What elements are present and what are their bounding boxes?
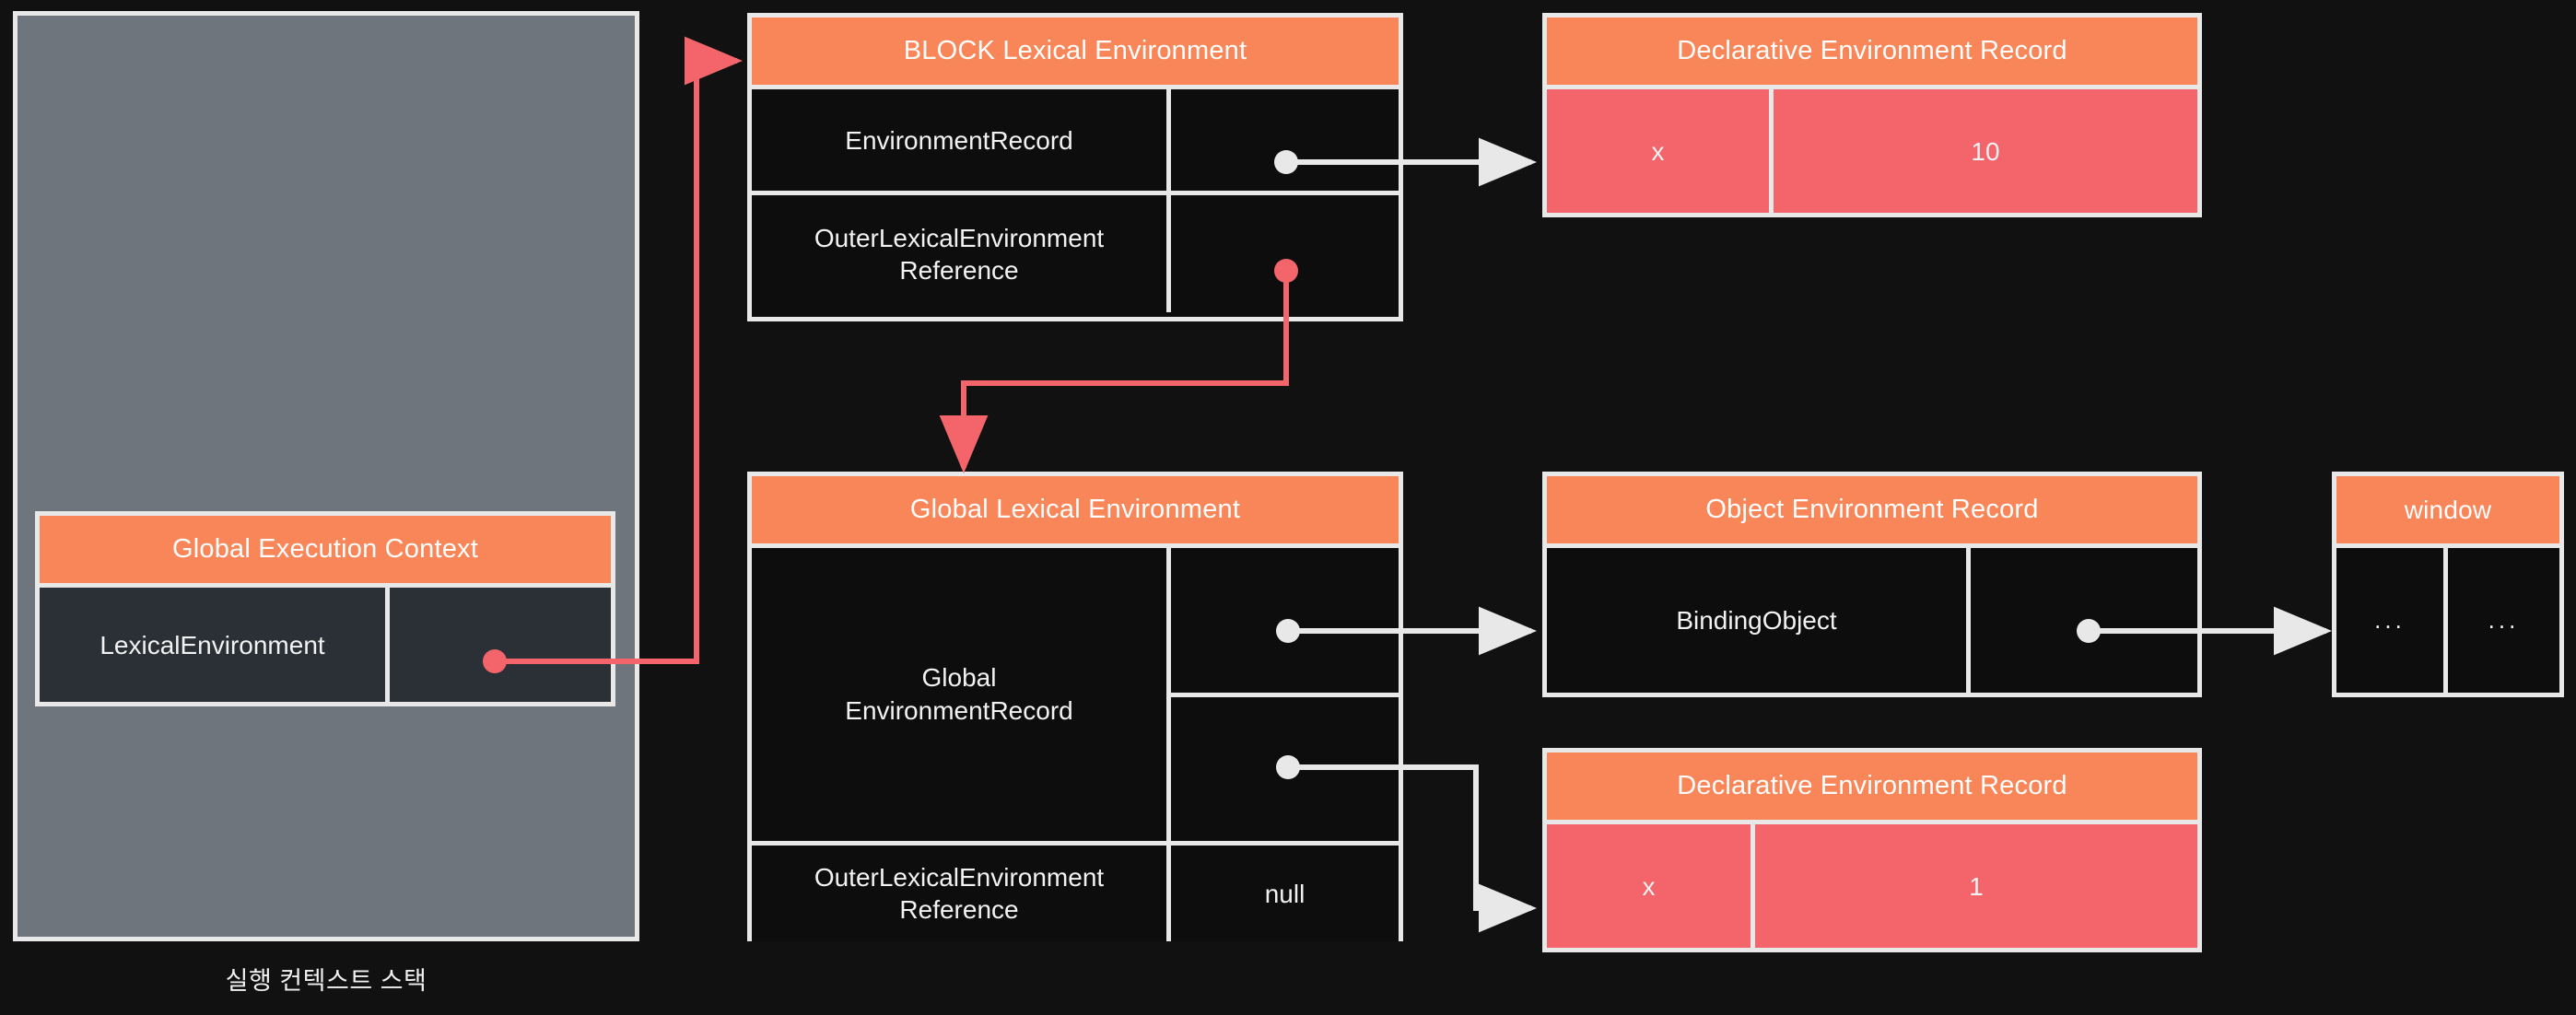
- table-row: BindingObject: [1547, 548, 2197, 693]
- binding-name-x: x: [1547, 824, 1755, 948]
- global-environmentrecord-row: Global EnvironmentRecord: [752, 548, 1399, 841]
- global-lexical-environment-box[interactable]: Global Lexical Environment Global Enviro…: [747, 472, 1403, 941]
- global-outer-reference-label-line2: Reference: [899, 895, 1019, 924]
- lexicalenvironment-pointer-cell[interactable]: [390, 588, 611, 702]
- global-lexical-environment-title: Global Lexical Environment: [752, 476, 1399, 548]
- table-row: x 1: [1547, 824, 2197, 948]
- block-lexical-environment-title: BLOCK Lexical Environment: [752, 18, 1399, 89]
- block-outer-reference-pointer-cell[interactable]: [1171, 195, 1399, 312]
- global-outer-reference-label-line1: OuterLexicalEnvironment: [814, 863, 1105, 892]
- window-cell-0: ...: [2336, 548, 2448, 693]
- global-outer-reference-label: OuterLexicalEnvironment Reference: [752, 846, 1171, 941]
- block-lexical-environment-box[interactable]: BLOCK Lexical Environment EnvironmentRec…: [747, 13, 1403, 321]
- table-row: OuterLexicalEnvironment Reference null: [752, 841, 1399, 941]
- block-outer-reference-label-line1: OuterLexicalEnvironment: [814, 223, 1105, 252]
- table-row: ... ...: [2336, 548, 2559, 693]
- table-row: LexicalEnvironment: [40, 588, 611, 702]
- table-row: EnvironmentRecord: [752, 89, 1399, 191]
- execution-context-stack-panel: [13, 11, 639, 941]
- bindingobject-pointer-cell[interactable]: [1971, 548, 2197, 693]
- binding-value-x: 1: [1755, 824, 2197, 948]
- execution-context-stack-caption: 실행 컨텍스트 스택: [225, 967, 427, 995]
- global-environmentrecord-label-line2: EnvironmentRecord: [845, 696, 1073, 725]
- window-object-title: window: [2336, 476, 2559, 548]
- table-row: OuterLexicalEnvironment Reference: [752, 191, 1399, 312]
- global-environmentrecord-pointers: [1171, 548, 1399, 841]
- binding-value-x: 10: [1774, 89, 2197, 213]
- global-record-pointer-object-cell[interactable]: [1171, 548, 1399, 693]
- global-environmentrecord-label: Global EnvironmentRecord: [752, 548, 1171, 841]
- object-environment-record-title: Object Environment Record: [1547, 476, 2197, 548]
- binding-name-x: x: [1547, 89, 1774, 213]
- global-outer-reference-value: null: [1171, 846, 1399, 941]
- block-declarative-record-title: Declarative Environment Record: [1547, 18, 2197, 89]
- bindingobject-label: BindingObject: [1547, 548, 1971, 693]
- block-outer-reference-label: OuterLexicalEnvironment Reference: [752, 195, 1171, 312]
- block-environmentrecord-label: EnvironmentRecord: [752, 89, 1171, 191]
- block-declarative-environment-record-box[interactable]: Declarative Environment Record x 10: [1542, 13, 2202, 217]
- global-record-pointer-declarative-cell[interactable]: [1171, 692, 1399, 842]
- block-outer-reference-label-line2: Reference: [899, 255, 1019, 285]
- table-row: x 10: [1547, 89, 2197, 213]
- global-execution-context-title: Global Execution Context: [40, 516, 611, 588]
- window-cell-1: ...: [2448, 548, 2559, 693]
- global-declarative-environment-record-box[interactable]: Declarative Environment Record x 1: [1542, 748, 2202, 952]
- diagram-canvas: Global Execution Context LexicalEnvironm…: [0, 0, 2576, 1015]
- lexicalenvironment-label: LexicalEnvironment: [40, 588, 390, 702]
- object-environment-record-box[interactable]: Object Environment Record BindingObject: [1542, 472, 2202, 697]
- window-object-box[interactable]: window ... ...: [2332, 472, 2564, 697]
- global-declarative-record-title: Declarative Environment Record: [1547, 752, 2197, 824]
- global-environmentrecord-label-line1: Global: [921, 662, 997, 692]
- block-environmentrecord-pointer-cell[interactable]: [1171, 89, 1399, 191]
- global-execution-context-box[interactable]: Global Execution Context LexicalEnvironm…: [35, 511, 615, 706]
